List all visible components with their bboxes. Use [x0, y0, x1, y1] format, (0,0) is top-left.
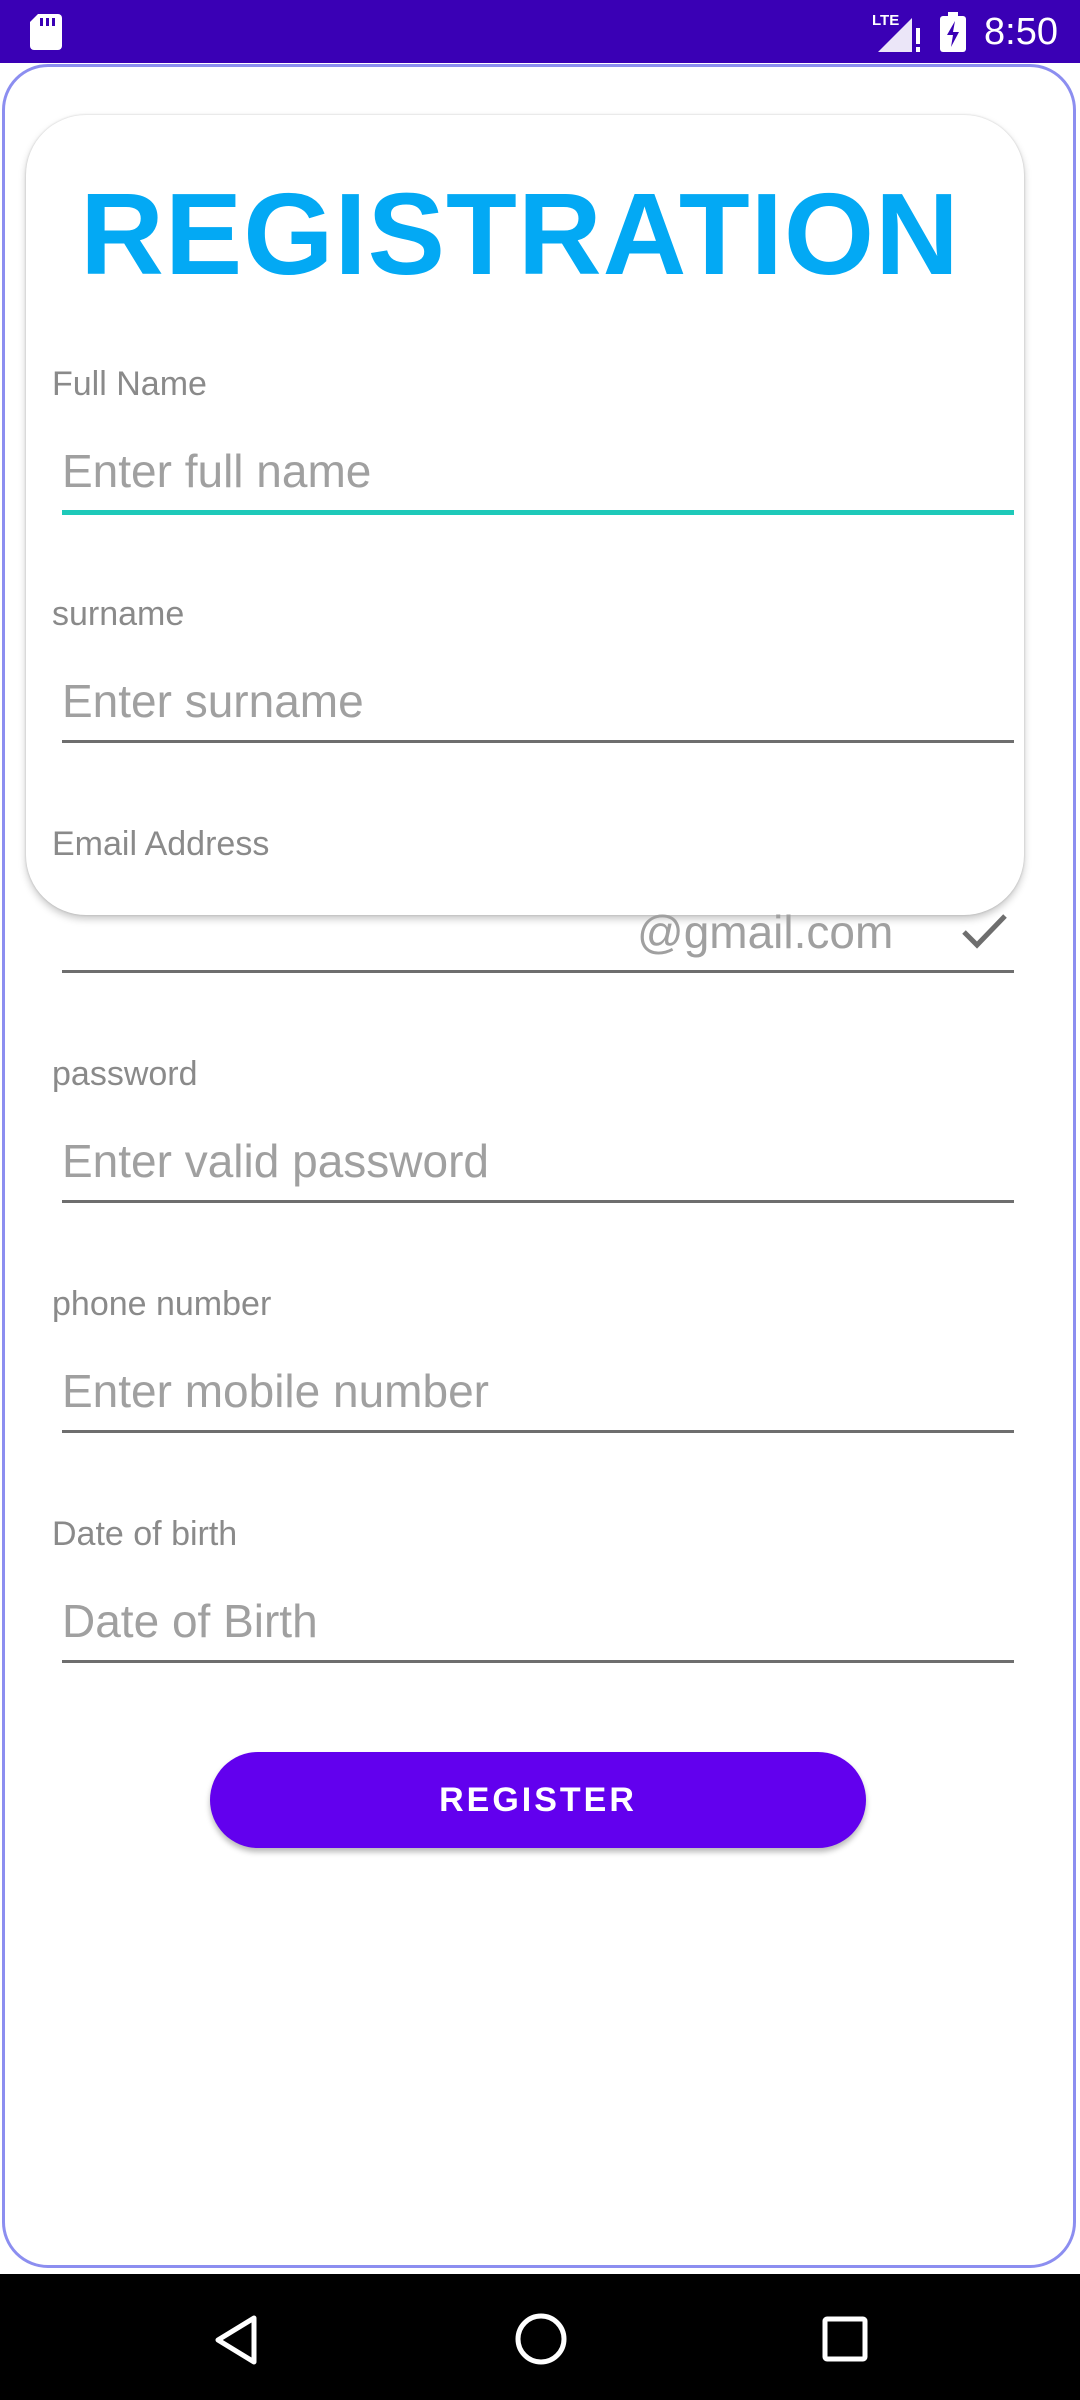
surname-input[interactable] — [62, 670, 1014, 732]
email-underline — [62, 970, 1014, 973]
check-icon[interactable] — [958, 904, 1010, 956]
password-input[interactable] — [62, 1130, 1014, 1192]
surname-label: surname — [52, 595, 185, 633]
clock: 8:50 — [984, 11, 1058, 53]
registration-screen: LTE 8:50 REGISTRATION Full Name surname … — [0, 0, 1080, 2400]
phone-underline — [62, 1430, 1014, 1433]
dob-label: Date of birth — [52, 1515, 238, 1553]
phone-input[interactable] — [62, 1360, 1014, 1422]
recents-icon[interactable] — [822, 2316, 868, 2362]
lte-signal-icon: LTE — [872, 12, 920, 52]
back-icon[interactable] — [212, 2314, 260, 2366]
sd-card-icon — [30, 14, 62, 50]
svg-text:LTE: LTE — [872, 12, 899, 29]
dob-underline — [62, 1660, 1014, 1663]
phone-label: phone number — [52, 1285, 272, 1323]
email-label: Email Address — [52, 825, 270, 863]
password-underline — [62, 1200, 1014, 1203]
navigation-bar — [0, 2274, 1080, 2400]
full-name-input[interactable] — [62, 440, 1014, 502]
email-input[interactable] — [62, 900, 622, 962]
surname-underline — [62, 740, 1014, 743]
register-button[interactable]: REGISTER — [210, 1752, 866, 1848]
home-icon[interactable] — [514, 2312, 568, 2366]
page-title: REGISTRATION — [80, 169, 960, 299]
battery-charging-icon — [940, 12, 966, 52]
status-bar: LTE 8:50 — [0, 0, 1080, 63]
dob-input[interactable] — [62, 1590, 1014, 1652]
full-name-underline — [62, 510, 1014, 515]
password-label: password — [52, 1055, 198, 1093]
full-name-label: Full Name — [52, 365, 207, 403]
email-suffix: @gmail.com — [637, 906, 894, 958]
